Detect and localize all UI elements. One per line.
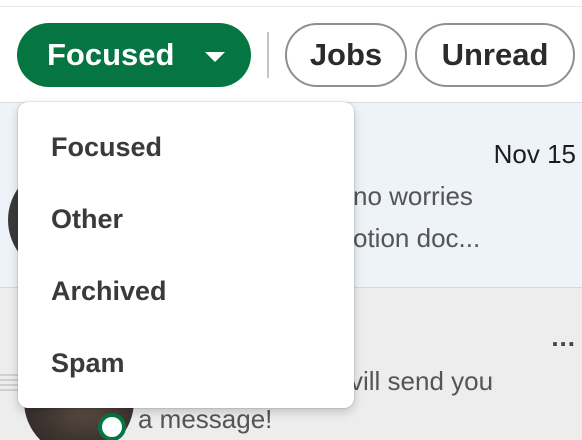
menu-item-focused[interactable]: Focused <box>51 132 162 163</box>
online-status-icon <box>98 413 126 440</box>
conversation-preview: otion doc... <box>353 223 481 253</box>
menu-item-archived[interactable]: Archived <box>51 276 167 307</box>
menu-item-spam[interactable]: Spam <box>51 348 125 379</box>
more-horizontal-icon[interactable]: ... <box>551 322 576 353</box>
filter-divider <box>267 32 269 78</box>
conversation-date: Nov 15 <box>493 139 576 169</box>
jobs-filter-label: Jobs <box>309 37 383 72</box>
conversation-preview: no worries <box>353 181 473 211</box>
jobs-filter-button[interactable]: Jobs <box>285 23 407 87</box>
filter-bar: Focused Jobs Unread <box>0 22 582 88</box>
unread-filter-button[interactable]: Unread <box>415 23 575 87</box>
chevron-down-icon <box>205 51 225 62</box>
unread-filter-label: Unread <box>441 37 549 72</box>
top-divider <box>0 6 582 7</box>
conversation-preview: vill send you <box>350 366 494 396</box>
messaging-page: Focused Jobs Unread at Nov 15 no worries… <box>0 0 582 440</box>
conversation-preview: a message! <box>138 404 273 434</box>
filter-dropdown-menu: Focused Other Archived Spam <box>18 102 354 408</box>
menu-item-other[interactable]: Other <box>51 204 123 235</box>
focused-filter-button[interactable]: Focused <box>17 23 251 87</box>
focused-filter-label: Focused <box>47 37 175 72</box>
